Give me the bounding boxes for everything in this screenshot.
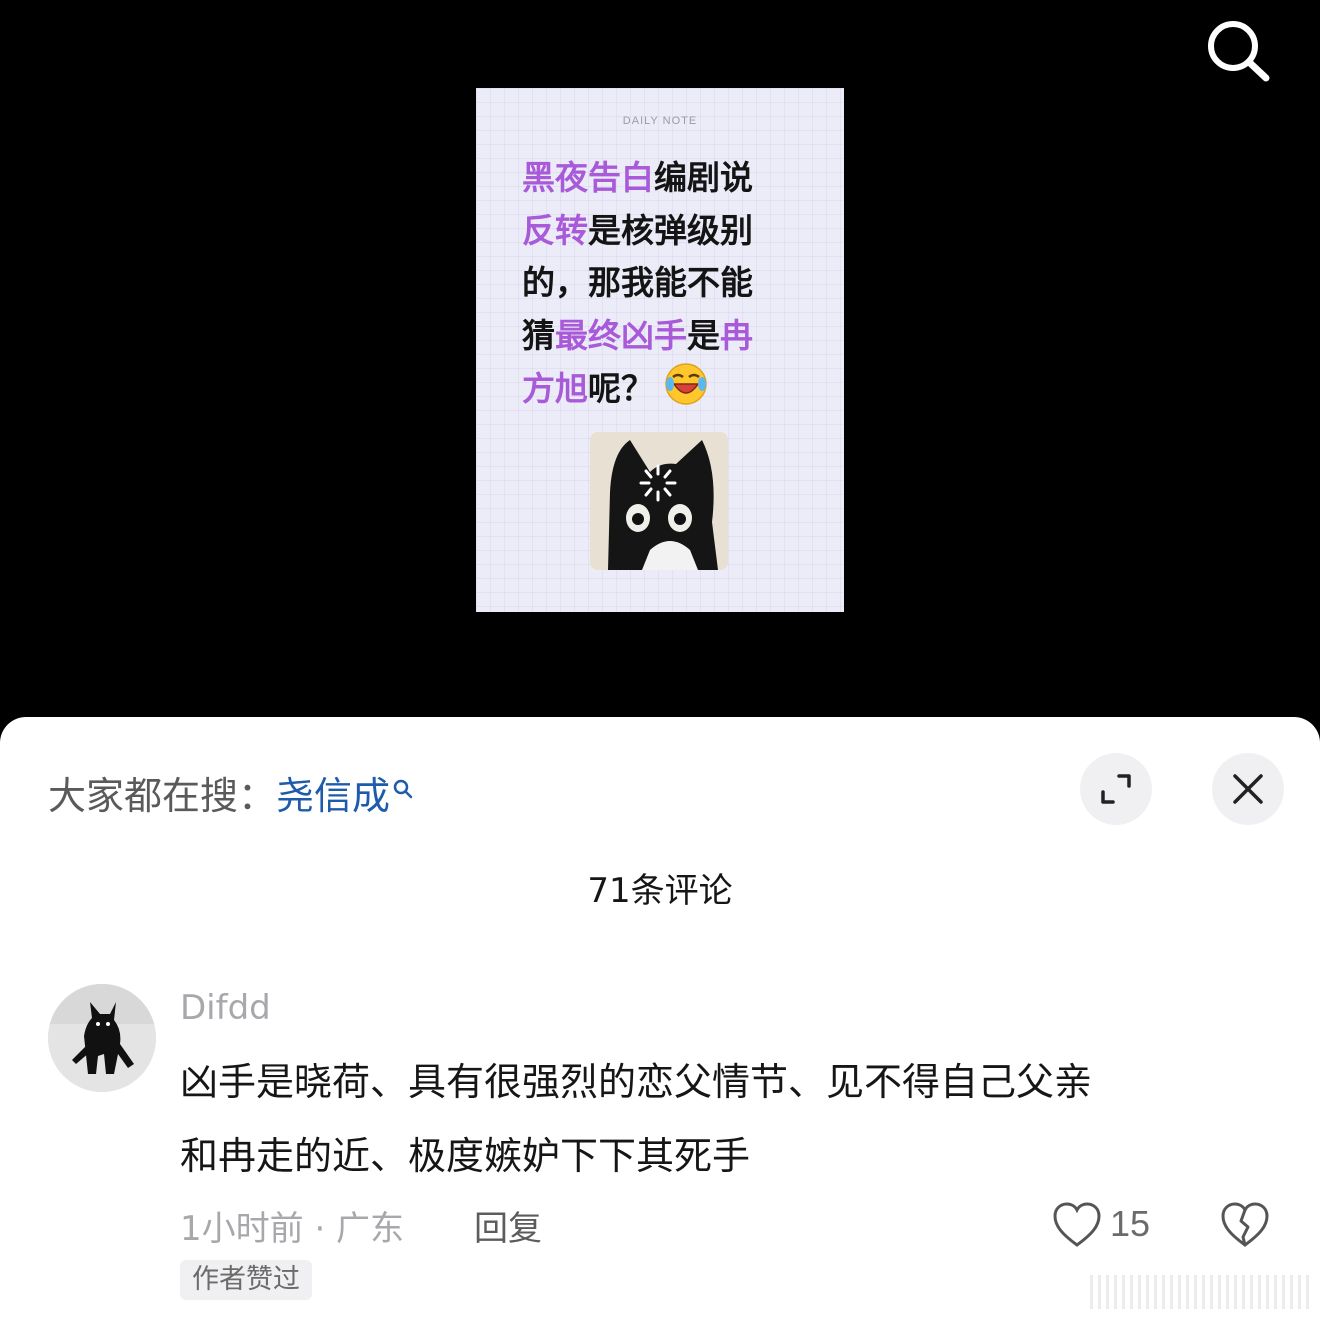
note-highlight: 方旭 <box>522 369 588 408</box>
reply-button[interactable]: 回复 <box>474 1201 542 1250</box>
note-text-span: 是核弹级别 <box>588 210 753 250</box>
small-search-icon <box>392 765 414 809</box>
close-button[interactable] <box>1212 753 1284 825</box>
heart-icon <box>1053 1202 1101 1247</box>
dislike-button[interactable] <box>1220 1201 1270 1249</box>
note-text-span: 的，那我能不能 <box>522 263 753 302</box>
close-icon <box>1233 774 1263 804</box>
note-text: 黑夜告白编剧说 反转是核弹级别 的，那我能不能 猜最终凶手是冉 方旭呢？ <box>522 152 792 422</box>
note-highlight: 反转 <box>522 210 588 250</box>
comments-count-title: 71条评论 <box>587 871 733 911</box>
avatar[interactable] <box>48 984 156 1092</box>
laughing-crying-emoji-icon <box>664 362 708 422</box>
video-area[interactable]: DAILY NOTE 黑夜告白编剧说 反转是核弹级别 的，那我能不能 猜最终凶手… <box>0 0 1320 730</box>
search-icon <box>1208 21 1270 82</box>
search-button[interactable] <box>1200 14 1276 90</box>
note-text-span: 是 <box>687 315 720 355</box>
comment-username[interactable]: Difdd <box>180 988 271 1028</box>
hot-search-bar[interactable]: 大家都在搜：尧信成 <box>48 765 414 820</box>
expand-icon <box>1101 774 1131 804</box>
note-highlight: 最终凶手 <box>555 315 687 355</box>
note-highlight: 黑夜告白 <box>522 158 654 197</box>
note-text-span: 猜 <box>522 315 555 355</box>
note-text-span: 编剧说 <box>654 158 753 197</box>
comment-text: 凶手是晓荷、具有很强烈的恋父情节、见不得自己父亲 和冉走的近、极度嫉妒下下其死手 <box>180 1045 1260 1193</box>
like-button[interactable] <box>1052 1201 1102 1249</box>
broken-heart-icon <box>1221 1202 1269 1247</box>
author-liked-badge: 作者赞过 <box>180 1260 312 1300</box>
hot-search-keyword[interactable]: 尧信成 <box>276 774 390 818</box>
note-header: DAILY NOTE <box>622 115 698 127</box>
comment-sheet: 大家都在搜：尧信成 71条评论 Difdd 凶手是晓荷、具有很强烈的恋父情节、见… <box>0 717 1320 1320</box>
comment-time-location: 1小时前 · 广东 <box>180 1209 405 1249</box>
comment-text-line: 凶手是晓荷、具有很强烈的恋父情节、见不得自己父亲 <box>180 1060 1093 1104</box>
note-text-span: 呢？ <box>588 369 654 408</box>
watermark <box>1090 1275 1310 1309</box>
hot-search-prefix: 大家都在搜： <box>48 774 277 818</box>
like-count: 15 <box>1110 1203 1151 1244</box>
note-highlight: 冉 <box>720 315 753 355</box>
comment-text-line: 和冉走的近、极度嫉妒下下其死手 <box>180 1134 751 1178</box>
expand-button[interactable] <box>1080 753 1152 825</box>
cat-loading-photo <box>590 432 728 570</box>
